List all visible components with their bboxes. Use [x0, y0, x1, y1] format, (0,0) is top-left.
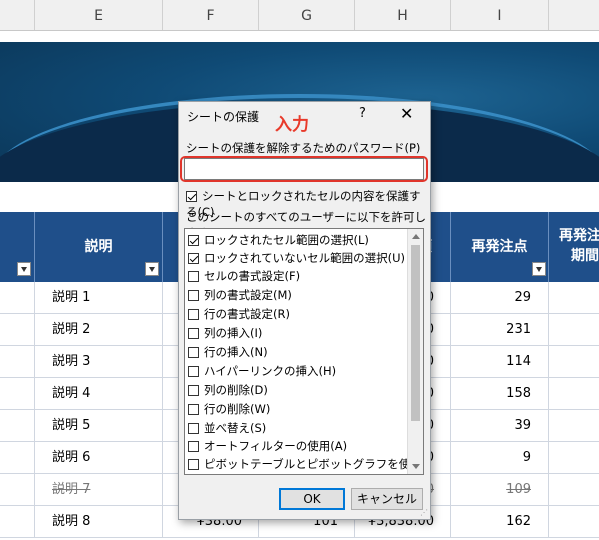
permission-item[interactable]: ハイパーリンクの挿入(H) — [188, 362, 336, 380]
permission-item[interactable]: セルの書式設定(F) — [188, 267, 300, 285]
reorder-point-cell: 39 — [451, 410, 549, 441]
table-header-cell — [0, 212, 35, 282]
checkbox-icon[interactable] — [186, 191, 197, 202]
checkbox-icon[interactable] — [188, 404, 199, 415]
checkbox-icon[interactable] — [188, 309, 199, 320]
checkbox-icon[interactable] — [188, 366, 199, 377]
column-header-i[interactable]: I — [451, 0, 549, 30]
dialog-title: シートの保護 — [187, 110, 260, 124]
filter-dropdown-button[interactable] — [145, 262, 159, 276]
reorder-point-cell: 29 — [451, 282, 549, 313]
close-icon[interactable]: ✕ — [400, 104, 413, 123]
permission-item[interactable]: ロックされたセル範囲の選択(L) — [188, 231, 369, 249]
permission-item[interactable]: 行の削除(W) — [188, 400, 270, 418]
column-header-partial[interactable] — [0, 0, 35, 30]
protect-sheet-dialog: シートの保護 入力 ? ✕ シートの保護を解除するためのパスワード(P) シート… — [178, 101, 431, 520]
checkbox-icon[interactable] — [188, 271, 199, 282]
permission-item[interactable]: ロックされていないセル範囲の選択(U) — [188, 249, 405, 267]
cancel-button[interactable]: キャンセル — [351, 488, 423, 510]
reorder-point-cell: 9 — [451, 442, 549, 473]
checkbox-icon[interactable] — [188, 290, 199, 301]
checkbox-icon[interactable] — [188, 385, 199, 396]
description-cell: 説明 6 — [35, 442, 163, 473]
permissions-list[interactable]: ロックされたセル範囲の選択(L) ロックされていないセル範囲の選択(U) セルの… — [184, 228, 424, 475]
reorder-point-cell: 109 — [451, 474, 549, 505]
checkbox-icon[interactable] — [188, 347, 199, 358]
checkbox-icon[interactable] — [188, 253, 199, 264]
permission-item[interactable]: ピボットテーブルとピボットグラフを使用する — [188, 455, 423, 473]
scroll-down-icon[interactable] — [412, 464, 420, 469]
column-header-f[interactable]: F — [163, 0, 259, 30]
column-header-g[interactable]: G — [259, 0, 355, 30]
permission-item[interactable]: 並べ替え(S) — [188, 419, 266, 437]
reorder-point-cell: 114 — [451, 346, 549, 377]
description-cell: 説明 1 — [35, 282, 163, 313]
resize-grip-icon[interactable]: ⋰ — [420, 508, 428, 517]
column-header-bar: E F G H I — [0, 0, 599, 31]
permission-item[interactable]: 行の書式設定(R) — [188, 305, 290, 323]
checkbox-icon[interactable] — [188, 423, 199, 434]
description-cell: 説明 4 — [35, 378, 163, 409]
permission-item[interactable]: 列の削除(D) — [188, 381, 268, 399]
column-header-h[interactable]: H — [355, 0, 451, 30]
filter-dropdown-button[interactable] — [17, 262, 31, 276]
checkbox-icon[interactable] — [188, 235, 199, 246]
checkbox-icon[interactable] — [188, 441, 199, 452]
description-cell: 説明 5 — [35, 410, 163, 441]
description-cell: 説明 2 — [35, 314, 163, 345]
permission-item[interactable]: 列の挿入(I) — [188, 324, 262, 342]
ok-button[interactable]: OK — [279, 488, 345, 510]
description-cell: 説明 7 — [35, 474, 163, 505]
column-header-e[interactable]: E — [35, 0, 163, 30]
permission-item[interactable]: オートフィルターの使用(A) — [188, 437, 347, 455]
reorder-point-cell: 158 — [451, 378, 549, 409]
scrollbar-thumb[interactable] — [411, 245, 420, 421]
password-label: シートの保護を解除するためのパスワード(P) — [186, 141, 421, 155]
permission-item[interactable]: 行の挿入(N) — [188, 343, 268, 361]
column-header-j[interactable] — [549, 0, 599, 30]
reorder-point-cell: 231 — [451, 314, 549, 345]
help-icon[interactable]: ? — [359, 106, 366, 121]
table-header-reorder-period: 再発注 期間 — [559, 228, 599, 264]
scroll-up-icon[interactable] — [412, 234, 420, 239]
password-input[interactable] — [184, 158, 424, 180]
checkbox-icon[interactable] — [188, 328, 199, 339]
permission-item[interactable]: 列の書式設定(M) — [188, 286, 292, 304]
permissions-scrollbar[interactable] — [407, 229, 423, 474]
input-annotation: 入力 — [275, 115, 309, 135]
filter-dropdown-button[interactable] — [532, 262, 546, 276]
description-cell: 説明 3 — [35, 346, 163, 377]
checkbox-icon[interactable] — [188, 459, 199, 470]
description-cell: 説明 8 — [35, 506, 163, 537]
reorder-point-cell: 162 — [451, 506, 549, 537]
table-header-description: 説明 — [35, 212, 163, 282]
table-header-reorder-point: 再発注点 — [451, 212, 549, 282]
